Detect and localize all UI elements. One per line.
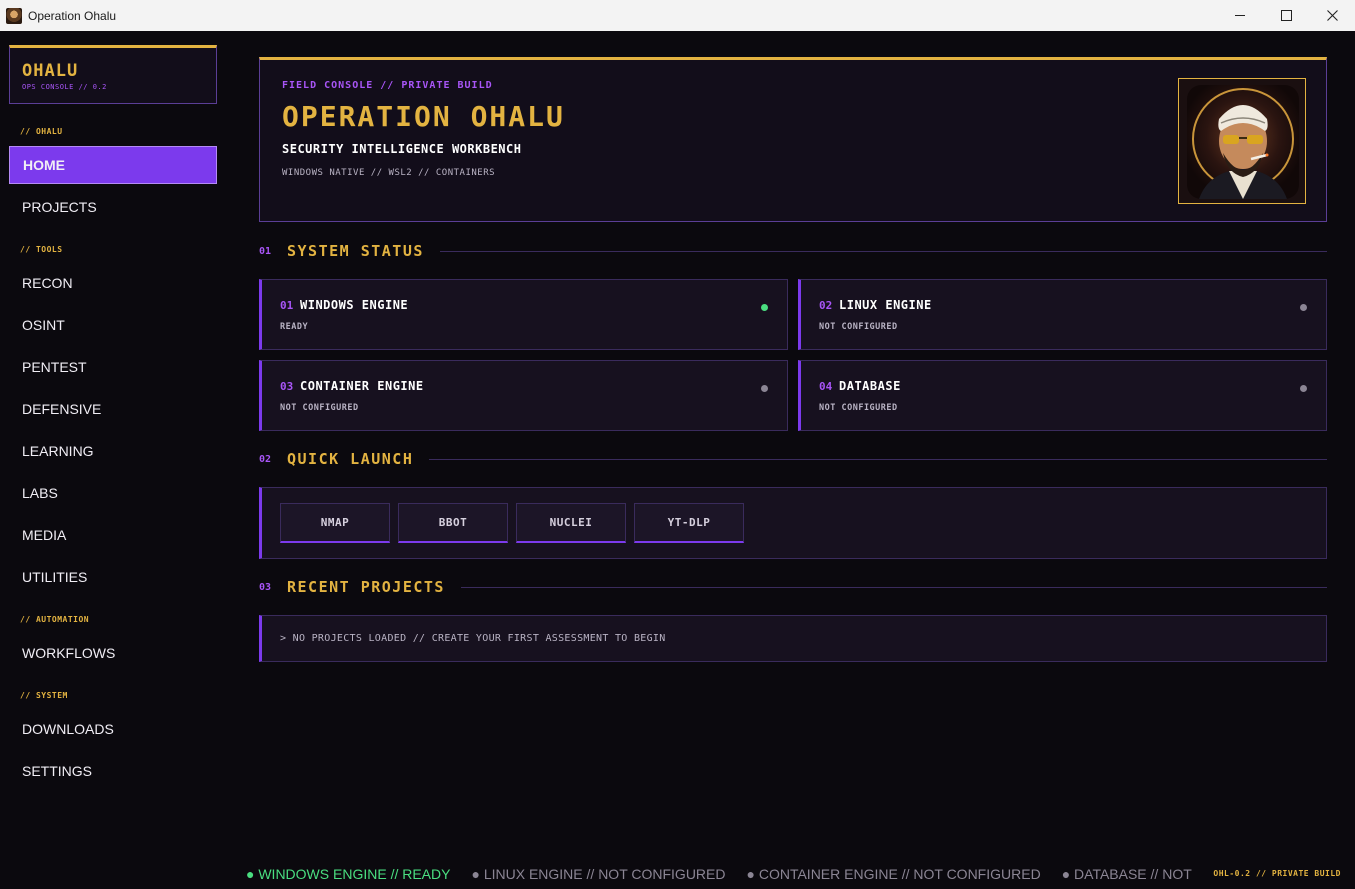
card-number: 03: [280, 380, 294, 393]
card-title: DATABASE: [839, 379, 901, 393]
page-title: OPERATION OHALU: [282, 100, 565, 133]
status-card-container-engine[interactable]: 03 CONTAINER ENGINE NOT CONFIGURED: [259, 360, 788, 431]
hero-meta: WINDOWS NATIVE // WSL2 // CONTAINERS: [282, 168, 496, 178]
status-dot-icon: [1300, 385, 1307, 392]
status-card-linux-engine[interactable]: 02 LINUX ENGINE NOT CONFIGURED: [798, 279, 1327, 350]
close-button[interactable]: [1309, 0, 1355, 31]
sidebar-item-projects[interactable]: PROJECTS: [9, 188, 217, 226]
section-divider: [460, 586, 1327, 588]
section-quick-launch: 02 QUICK LAUNCH: [259, 449, 1327, 469]
section-recent-projects: 03 RECENT PROJECTS: [259, 577, 1327, 597]
nav-section-ohalu: // OHALU: [20, 127, 63, 136]
card-number: 02: [819, 299, 833, 312]
sidebar: OHALU OPS CONSOLE // 0.2 // OHALU HOME P…: [0, 31, 226, 889]
hero-kicker: FIELD CONSOLE // PRIVATE BUILD: [282, 80, 493, 91]
launch-yt-dlp-button[interactable]: YT-DLP: [634, 503, 744, 543]
card-state: NOT CONFIGURED: [280, 403, 359, 413]
avatar-portrait-icon: [1187, 85, 1299, 199]
card-number: 01: [280, 299, 294, 312]
card-title: CONTAINER ENGINE: [300, 379, 424, 393]
minimize-button[interactable]: [1217, 0, 1263, 31]
sidebar-item-learning[interactable]: LEARNING: [9, 432, 217, 470]
brand-block: OHALU OPS CONSOLE // 0.2: [9, 45, 217, 104]
sidebar-item-utilities[interactable]: UTILITIES: [9, 558, 217, 596]
section-number: 02: [259, 453, 272, 465]
sidebar-item-defensive[interactable]: DEFENSIVE: [9, 390, 217, 428]
ticker-database: ● DATABASE // NOT CONFIGURED: [1061, 865, 1196, 882]
card-state: NOT CONFIGURED: [819, 403, 898, 413]
card-title: WINDOWS ENGINE: [300, 298, 409, 312]
ticker-linux-engine: ● LINUX ENGINE // NOT CONFIGURED: [471, 865, 726, 882]
section-divider: [429, 458, 1327, 460]
sidebar-item-home[interactable]: HOME: [9, 146, 217, 184]
main-content: FIELD CONSOLE // PRIVATE BUILD OPERATION…: [226, 31, 1355, 889]
sidebar-item-settings[interactable]: SETTINGS: [9, 752, 217, 790]
section-divider: [439, 250, 1327, 252]
card-title: LINUX ENGINE: [839, 298, 932, 312]
hero-subtitle: SECURITY INTELLIGENCE WORKBENCH: [282, 142, 522, 156]
sidebar-item-recon[interactable]: RECON: [9, 264, 217, 302]
hero-banner: FIELD CONSOLE // PRIVATE BUILD OPERATION…: [259, 57, 1327, 222]
build-label: OHL-0.2 // PRIVATE BUILD: [1213, 869, 1341, 878]
section-number: 01: [259, 245, 272, 257]
nav-section-tools: // TOOLS: [20, 245, 63, 254]
brand-subtitle: OPS CONSOLE // 0.2: [22, 83, 107, 91]
card-state: NOT CONFIGURED: [819, 322, 898, 332]
status-card-database[interactable]: 04 DATABASE NOT CONFIGURED: [798, 360, 1327, 431]
sidebar-item-downloads[interactable]: DOWNLOADS: [9, 710, 217, 748]
window-titlebar: Operation Ohalu: [0, 0, 1355, 31]
status-ticker: ● WINDOWS ENGINE // READY ● LINUX ENGINE…: [246, 858, 1196, 889]
section-title: QUICK LAUNCH: [287, 450, 414, 468]
ticker-windows-engine: ● WINDOWS ENGINE // READY: [246, 865, 451, 882]
section-number: 03: [259, 581, 272, 593]
close-icon: [1326, 10, 1338, 21]
quick-launch-panel: NMAP BBOT NUCLEI YT-DLP: [259, 487, 1327, 559]
sidebar-item-pentest[interactable]: PENTEST: [9, 348, 217, 386]
avatar: [1178, 78, 1306, 204]
launch-bbot-button[interactable]: BBOT: [398, 503, 508, 543]
window-controls: [1217, 0, 1355, 31]
brand-name: OHALU: [22, 61, 79, 81]
nav-section-automation: // AUTOMATION: [20, 615, 90, 624]
launch-nmap-button[interactable]: NMAP: [280, 503, 390, 543]
launch-nuclei-button[interactable]: NUCLEI: [516, 503, 626, 543]
card-number: 04: [819, 380, 833, 393]
sidebar-item-media[interactable]: MEDIA: [9, 516, 217, 554]
status-footer: ● WINDOWS ENGINE // READY ● LINUX ENGINE…: [226, 858, 1355, 889]
status-card-windows-engine[interactable]: 01 WINDOWS ENGINE READY: [259, 279, 788, 350]
card-state: READY: [280, 322, 309, 332]
section-title: SYSTEM STATUS: [287, 242, 424, 260]
status-dot-icon: [761, 304, 768, 311]
maximize-button[interactable]: [1263, 0, 1309, 31]
sidebar-item-osint[interactable]: OSINT: [9, 306, 217, 344]
ticker-container-engine: ● CONTAINER ENGINE // NOT CONFIGURED: [746, 865, 1041, 882]
recent-projects-empty: > NO PROJECTS LOADED // CREATE YOUR FIRS…: [259, 615, 1327, 662]
section-title: RECENT PROJECTS: [287, 578, 445, 596]
sidebar-item-workflows[interactable]: WORKFLOWS: [9, 634, 217, 672]
status-dot-icon: [1300, 304, 1307, 311]
window-title: Operation Ohalu: [28, 8, 117, 23]
status-dot-icon: [761, 385, 768, 392]
app-icon: [6, 7, 22, 24]
section-system-status: 01 SYSTEM STATUS: [259, 241, 1327, 261]
sidebar-item-labs[interactable]: LABS: [9, 474, 217, 512]
nav-section-system: // SYSTEM: [20, 691, 68, 700]
